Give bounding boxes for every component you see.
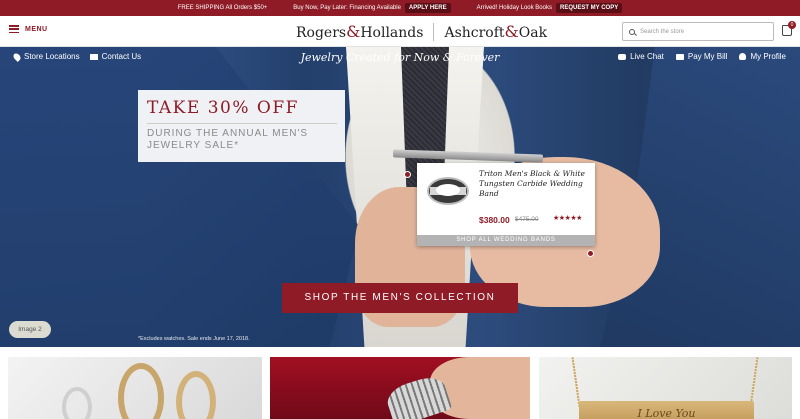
promo-topbar: FREE SHIPPING All Orders $50+ Buy Now, P… <box>0 0 800 16</box>
product-was-price: $475.00 <box>515 216 539 223</box>
ring-image <box>427 177 469 205</box>
store-locations-label: Store Locations <box>24 52 80 61</box>
financing-group: Buy Now, Pay Later: Financing Available … <box>293 3 451 13</box>
pay-bill-link[interactable]: Pay My Bill <box>675 52 728 61</box>
pay-bill-label: Pay My Bill <box>687 52 728 61</box>
promo-subtext-1: DURING THE ANNUAL MEN'S <box>147 128 309 139</box>
envelope-icon <box>89 53 98 60</box>
logo-text: Oak <box>518 25 548 41</box>
earrings-tile[interactable] <box>8 357 262 419</box>
chat-icon <box>618 53 627 60</box>
contact-us-link[interactable]: Contact Us <box>89 52 142 61</box>
request-copy-link[interactable]: REQUEST MY COPY <box>555 3 623 13</box>
cart-count-badge: 0 <box>788 21 796 29</box>
store-locations-link[interactable]: Store Locations <box>12 51 80 62</box>
shop-all-wedding-bands-link[interactable]: SHOP ALL WEDDING BANDS <box>417 235 595 246</box>
hoop-earring-graphic <box>176 371 216 419</box>
live-chat-link[interactable]: Live Chat <box>618 52 664 61</box>
promo-subtext-2: JEWELRY SALE* <box>147 140 240 151</box>
menu-button[interactable]: MENU <box>9 25 48 33</box>
logo-amp: & <box>504 22 519 41</box>
search-input[interactable]: Search the store <box>622 22 774 41</box>
hoop-earring-graphic <box>118 363 164 419</box>
lookbook-text: Arrived! Holiday Look Books <box>476 5 552 11</box>
lookbook-group: Arrived! Holiday Look Books REQUEST MY C… <box>477 3 623 13</box>
utility-nav-right: Live Chat Pay My Bill My Profile <box>618 52 786 61</box>
live-chat-label: Live Chat <box>630 52 664 61</box>
search-placeholder: Search the store <box>640 28 685 35</box>
utility-nav-left: Store Locations Contact Us <box>12 51 142 62</box>
silver-earring-graphic <box>62 387 92 419</box>
chain-graphic <box>571 357 581 407</box>
menu-label: MENU <box>25 25 48 33</box>
free-shipping-text: FREE SHIPPING All Orders $50+ <box>177 5 268 11</box>
hamburger-icon <box>9 25 19 33</box>
engraved-nameplate: I Love You <box>579 401 754 419</box>
credit-card-icon <box>675 53 684 60</box>
image-indicator[interactable]: Image 2 <box>9 321 51 338</box>
my-profile-label: My Profile <box>750 52 786 61</box>
product-hotspot[interactable] <box>587 250 594 257</box>
location-pin-icon <box>12 51 22 62</box>
promo-card[interactable]: TAKE 30% OFF DURING THE ANNUAL MEN'S JEW… <box>138 90 345 162</box>
my-profile-link[interactable]: My Profile <box>739 52 786 61</box>
contact-us-label: Contact Us <box>101 52 142 61</box>
logo-text: Hollands <box>360 25 424 41</box>
product-name[interactable]: Triton Men's Black & White Tungsten Carb… <box>479 169 591 199</box>
site-header: MENU Rogers&Hollands Ashcroft&Oak Search… <box>0 16 800 47</box>
necklaces-tile[interactable]: I Love You <box>539 357 792 419</box>
product-card[interactable]: Triton Men's Black & White Tungsten Carb… <box>417 163 595 246</box>
ashcroft-oak-logo[interactable]: Ashcroft&Oak <box>444 22 547 41</box>
bracelets-tile[interactable] <box>270 357 530 419</box>
brand-logos: Rogers&Hollands Ashcroft&Oak <box>296 22 547 41</box>
promo-divider <box>147 123 337 124</box>
user-icon <box>739 53 747 60</box>
shop-mens-collection-button[interactable]: SHOP THE MEN'S COLLECTION <box>282 283 518 313</box>
logo-text: Rogers <box>296 25 347 41</box>
financing-text: Buy Now, Pay Later: Financing Available <box>293 5 401 11</box>
logo-amp: & <box>346 22 361 41</box>
product-hotspot[interactable] <box>404 171 411 178</box>
sale-disclaimer: *Excludes watches. Sale ends June 17, 20… <box>138 336 250 342</box>
promo-headline: TAKE 30% OFF <box>147 98 299 118</box>
apply-here-link[interactable]: APPLY HERE <box>404 3 451 13</box>
chain-graphic <box>749 357 759 407</box>
search-icon <box>629 28 635 35</box>
product-price: $380.00 <box>479 215 510 225</box>
logo-text: Ashcroft <box>444 25 505 41</box>
category-tiles: I Love You <box>0 347 800 419</box>
star-rating: ★★★★★ <box>553 215 582 222</box>
rogers-hollands-logo[interactable]: Rogers&Hollands <box>296 22 423 41</box>
cart-button[interactable]: 0 <box>782 21 796 36</box>
hero-banner[interactable]: Jewelry Created for Now & Forever Store … <box>0 47 800 347</box>
logo-divider <box>433 22 435 41</box>
